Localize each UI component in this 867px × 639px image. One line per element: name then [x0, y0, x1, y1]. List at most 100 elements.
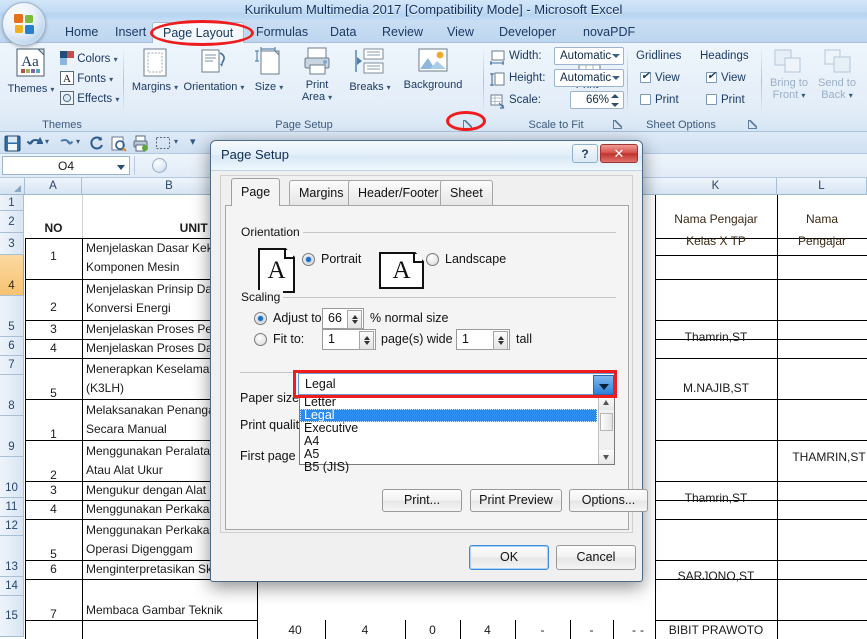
landscape-radio[interactable]: [426, 253, 439, 266]
dropdown-option-a5[interactable]: A5: [300, 448, 597, 461]
row-header-5[interactable]: 5: [0, 296, 24, 337]
tab-developer[interactable]: Developer: [489, 22, 566, 43]
orientation-button[interactable]: Orientation ▾: [181, 47, 247, 94]
scroll-down-arrow-icon[interactable]: [599, 450, 614, 464]
options-button[interactable]: Options...: [569, 489, 648, 512]
cell-a8[interactable]: 5: [25, 386, 82, 400]
print-button[interactable]: Print...: [382, 489, 462, 512]
height-combo[interactable]: Automatic: [554, 69, 624, 87]
row-header-15[interactable]: 15: [0, 596, 24, 637]
dialog-help-button[interactable]: ?: [572, 144, 598, 163]
cell-k7[interactable]: M.NAJIB,ST: [655, 381, 777, 395]
row-header-7[interactable]: 7: [0, 356, 24, 375]
row-header-3[interactable]: 3: [0, 233, 24, 255]
ok-button[interactable]: OK: [469, 545, 549, 570]
themes-button[interactable]: Aa Themes ▾: [4, 47, 58, 96]
size-button[interactable]: Size ▾: [248, 47, 290, 94]
row-header-2[interactable]: 2: [0, 211, 24, 233]
dialog-tab-header-footer[interactable]: Header/Footer: [348, 180, 449, 205]
adjust-to-spinner[interactable]: [347, 310, 362, 329]
row-header-11[interactable]: 11: [0, 498, 24, 517]
adjust-to-input[interactable]: 66: [322, 308, 364, 329]
print-preview-button[interactable]: Print Preview: [470, 489, 562, 512]
qat-more-icon[interactable]: ▾: [190, 135, 196, 148]
borders-icon[interactable]: [155, 135, 172, 152]
fonts-button[interactable]: A Fonts ▾: [60, 71, 113, 87]
select-all-corner[interactable]: [0, 178, 25, 194]
adjust-to-radio[interactable]: [254, 312, 267, 325]
row-header-1[interactable]: 1: [0, 195, 24, 211]
cell-a9[interactable]: 1: [25, 427, 82, 441]
insert-function-button[interactable]: [152, 158, 167, 173]
column-header-l[interactable]: L: [777, 178, 867, 194]
cell-a14[interactable]: 6: [25, 562, 82, 576]
cell-k5[interactable]: Thamrin,ST: [655, 330, 777, 344]
scroll-up-arrow-icon[interactable]: [599, 396, 614, 410]
dropdown-option-b5-jis[interactable]: B5 (JIS): [300, 461, 597, 473]
paper-size-chevron-down-icon[interactable]: [593, 375, 614, 395]
tab-home[interactable]: Home: [55, 22, 108, 43]
cell-a4[interactable]: 1: [25, 249, 82, 263]
cell-k15[interactable]: BIBIT PRAWOTO: [655, 623, 777, 637]
dialog-tab-page[interactable]: Page: [231, 178, 280, 206]
cell-b15[interactable]: Membaca Gambar Teknik: [86, 603, 258, 617]
dropdown-scrollbar[interactable]: [598, 396, 614, 464]
background-button[interactable]: Background: [396, 47, 470, 91]
dropdown-option-letter[interactable]: Letter: [300, 396, 597, 409]
print-area-button[interactable]: Print Area ▾: [290, 47, 344, 104]
cell-bottom-6[interactable]: -: [570, 623, 613, 637]
name-box[interactable]: O4: [2, 156, 130, 175]
print-preview-icon[interactable]: [110, 135, 127, 152]
width-combo[interactable]: Automatic: [554, 47, 624, 65]
cell-l1[interactable]: Nama: [777, 212, 867, 226]
bring-to-front-button[interactable]: Bring to Front ▾: [764, 49, 814, 102]
row-header-14[interactable]: 14: [0, 577, 24, 596]
fit-to-radio[interactable]: [254, 333, 267, 346]
cell-bottom-3[interactable]: 0: [405, 623, 460, 637]
redo-caret-icon[interactable]: ▾: [76, 137, 80, 146]
print-icon[interactable]: [132, 135, 149, 152]
cancel-button[interactable]: Cancel: [556, 545, 636, 570]
dialog-tab-margins[interactable]: Margins: [289, 180, 353, 205]
tab-novapdf[interactable]: novaPDF: [573, 22, 645, 43]
row-header-13[interactable]: 13: [0, 536, 24, 577]
portrait-label[interactable]: Portrait: [321, 252, 361, 266]
margins-button[interactable]: Margins ▾: [129, 47, 181, 94]
selection-pane-button[interactable]: Sel P: [862, 49, 867, 101]
column-header-k[interactable]: K: [655, 178, 777, 194]
fit-to-label[interactable]: Fit to:: [273, 332, 304, 346]
tab-view[interactable]: View: [437, 22, 484, 43]
name-box-chevron-down-icon[interactable]: [117, 165, 125, 170]
cell-a5[interactable]: 2: [25, 300, 82, 314]
cell-a10[interactable]: 2: [25, 468, 82, 482]
row-header-12[interactable]: 12: [0, 517, 24, 536]
send-to-back-button[interactable]: Send to Back ▾: [812, 49, 862, 102]
cell-a12[interactable]: 4: [25, 502, 82, 516]
save-icon[interactable]: [4, 135, 21, 152]
cell-a6[interactable]: 3: [25, 322, 82, 336]
office-button[interactable]: [2, 2, 46, 46]
fit-to-tall-spinner[interactable]: [493, 331, 508, 350]
cell-k1[interactable]: Nama Pengajar: [655, 212, 777, 226]
cell-k10[interactable]: Thamrin,ST: [655, 491, 777, 505]
dropdown-option-executive[interactable]: Executive: [300, 422, 597, 435]
gridlines-print-checkbox[interactable]: Print: [640, 93, 679, 107]
landscape-label[interactable]: Landscape: [445, 252, 506, 266]
paper-size-combo[interactable]: Legal: [298, 373, 616, 395]
cell-a2[interactable]: NO: [25, 221, 82, 235]
cell-bottom-4[interactable]: 4: [460, 623, 515, 637]
headings-print-checkbox[interactable]: Print: [706, 93, 745, 107]
dialog-tab-sheet[interactable]: Sheet: [440, 180, 493, 205]
refresh-icon[interactable]: [88, 135, 105, 152]
tab-review[interactable]: Review: [372, 22, 433, 43]
borders-caret-icon[interactable]: ▾: [174, 137, 178, 146]
cell-l9[interactable]: THAMRIN,ST: [777, 450, 867, 464]
row-header-6[interactable]: 6: [0, 337, 24, 356]
cell-bottom-8[interactable]: -: [629, 623, 655, 637]
cell-bottom-2[interactable]: 4: [325, 623, 405, 637]
cell-a13[interactable]: 5: [25, 547, 82, 561]
colors-button[interactable]: Colors ▾: [60, 51, 118, 67]
page-setup-dialog-launcher[interactable]: [460, 117, 473, 130]
redo-icon[interactable]: [57, 135, 74, 152]
portrait-radio[interactable]: [302, 253, 315, 266]
